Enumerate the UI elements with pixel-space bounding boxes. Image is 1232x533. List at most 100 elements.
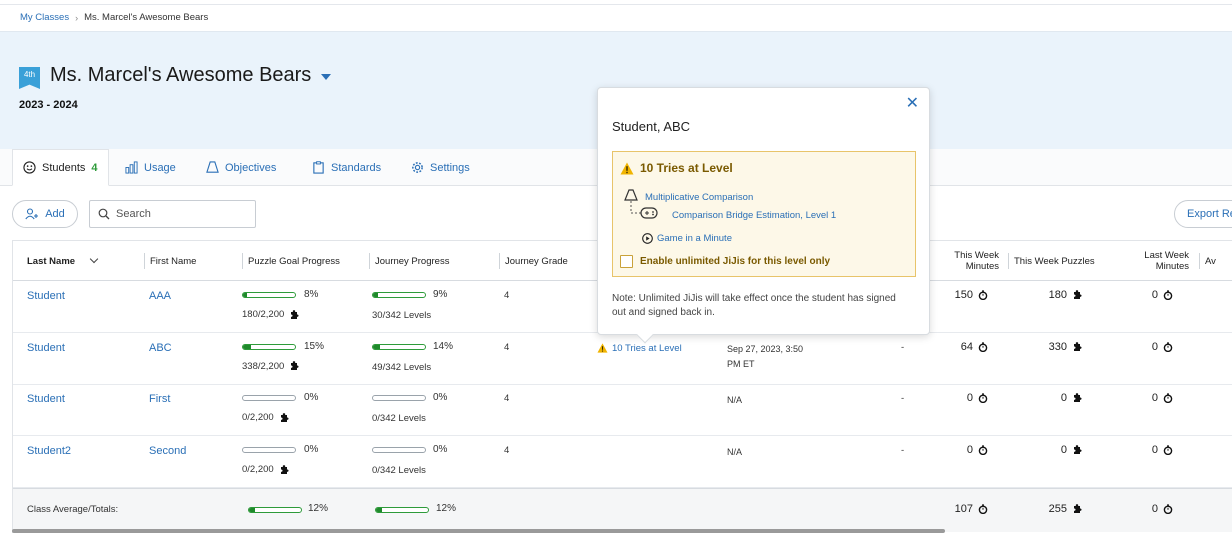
table-row: Student First 0% 0/2,200 0% 0/342 Levels 4 N/A -… [13, 384, 1232, 437]
last-played: N/A [727, 445, 742, 460]
table-row: Student2 Second 0% 0/2,200 0% 0/342 Levels 4 N/… [13, 436, 1232, 489]
col-puzzle-goal[interactable]: Puzzle Goal Progress [242, 241, 340, 281]
puzzle-progress-bar [242, 292, 296, 298]
search-field[interactable] [89, 200, 256, 228]
progress-fill [373, 293, 378, 297]
gear-icon [412, 162, 423, 173]
col-label-line: This Week [954, 250, 999, 261]
week-minutes: 0 [913, 444, 988, 456]
tab-objectives[interactable]: Objectives [206, 149, 276, 186]
export-report-button[interactable]: Export Re [1174, 200, 1232, 228]
add-student-button[interactable]: Add [12, 200, 78, 228]
puzzle-count-value: 0/2,200 [242, 412, 274, 424]
last-played-line: N/A [727, 447, 743, 458]
col-week-minutes[interactable]: This Week Minutes [918, 241, 999, 281]
tries-alert-link[interactable]: 10 Tries at Level [597, 343, 682, 354]
journey-grade: 4 [504, 445, 510, 457]
col-average[interactable]: Av [1199, 241, 1216, 281]
stopwatch-icon [1163, 504, 1173, 514]
puzzle-piece-icon [280, 464, 289, 474]
last-played: Sep 27, 2023, 3:50 PM ET [727, 342, 803, 372]
class-dropdown-icon[interactable] [321, 74, 331, 80]
breadcrumb-current: Ms. Marcel's Awesome Bears [84, 12, 209, 23]
journey-progress-bar [372, 343, 426, 350]
col-first-name[interactable]: First Name [143, 241, 196, 281]
last-name-link[interactable]: Student2 [27, 445, 71, 457]
last-name-link[interactable]: Student [27, 342, 65, 354]
totals-journey-bar [375, 507, 429, 513]
horizontal-scrollbar[interactable] [12, 529, 945, 533]
journey-progress-pct: 14% [433, 340, 454, 352]
week-puzzles: 0 [1003, 444, 1082, 456]
stopwatch-icon [978, 290, 988, 300]
journey-levels: 30/342 Levels [372, 310, 432, 321]
unlimited-jijis-checkbox[interactable] [620, 255, 633, 268]
puzzle-progress-pct: 0% [304, 444, 319, 456]
puzzle-count-value: 338/2,200 [242, 360, 285, 372]
tab-label: Standards [331, 161, 382, 174]
puzzle-progress-pct: 15% [304, 340, 325, 352]
col-label-line: Last Week [1144, 250, 1189, 261]
puzzle-progress-bar [242, 395, 296, 402]
journey-levels: 0/342 Levels [372, 465, 426, 477]
sort-chevron-icon[interactable] [89, 254, 99, 264]
last-week-minutes: 0 [1103, 289, 1173, 301]
student-count-badge: 4 [91, 161, 98, 174]
breadcrumb-my-classes[interactable]: My Classes [20, 12, 69, 23]
tab-students[interactable]: Students 4 [12, 149, 109, 186]
first-name-link[interactable]: First [149, 393, 170, 405]
stopwatch-icon [978, 445, 988, 456]
totals-week-minutes: 107 [913, 503, 988, 515]
stat-value: 180 [1048, 289, 1067, 301]
journey-progress-bar [372, 395, 426, 402]
popover-note: Note: Unlimited JiJis will take effect o… [612, 293, 896, 318]
first-name-link[interactable]: AAA [149, 290, 171, 302]
stat-value: 255 [1048, 503, 1067, 515]
tab-label: Objectives [225, 161, 277, 174]
stopwatch-icon [1163, 290, 1173, 300]
unlimited-jijis-option[interactable]: Enable unlimited JiJis for this level on… [620, 255, 830, 268]
progress-fill [373, 344, 381, 349]
puzzle-piece-icon [1074, 341, 1082, 351]
tab-settings[interactable]: Settings [411, 149, 470, 186]
puzzle-piece-icon [289, 361, 299, 371]
checkbox-label: Enable unlimited JiJis for this level on… [640, 256, 831, 267]
stat-value: 0 [1151, 444, 1158, 457]
game-link[interactable]: Comparison Bridge Estimation, Level 1 [672, 210, 836, 221]
warning-panel: 10 Tries at Level Multiplicative Compari… [612, 151, 916, 277]
week-minutes: 0 [913, 392, 988, 404]
puzzle-piece-icon [1074, 393, 1082, 403]
first-name-link[interactable]: ABC [149, 342, 172, 354]
stat-value: 0 [966, 444, 973, 457]
col-journey-grade[interactable]: Journey Grade [499, 241, 568, 281]
week-puzzles: 180 [1003, 289, 1082, 301]
puzzle-progress-bar [242, 343, 296, 350]
col-last-week-minutes[interactable]: Last Week Minutes [1113, 241, 1189, 281]
puzzle-piece-icon [1074, 445, 1082, 455]
col-label-line: Minutes [1155, 261, 1189, 272]
col-week-puzzles[interactable]: This Week Puzzles [1008, 241, 1095, 281]
tab-usage[interactable]: Usage [125, 149, 176, 186]
col-last-name[interactable]: Last Name [27, 241, 99, 281]
puzzle-piece-icon [1074, 504, 1082, 513]
objective-link[interactable]: Multiplicative Comparison [645, 192, 753, 203]
close-icon[interactable]: ✕ [906, 96, 919, 112]
week-puzzles: 0 [1003, 392, 1082, 404]
stopwatch-icon [1163, 342, 1173, 352]
stat-value: 0 [966, 392, 973, 405]
bar-chart-icon [125, 161, 138, 174]
game-in-a-minute-link[interactable]: Game in a Minute [657, 233, 732, 244]
tab-standards[interactable]: Standards [312, 149, 381, 186]
col-label-line: Minutes [965, 261, 999, 272]
last-name-link[interactable]: Student [27, 290, 65, 302]
last-name-link[interactable]: Student [27, 393, 65, 405]
col-journey-progress[interactable]: Journey Progress [368, 241, 449, 281]
class-totals-row: Class Average/Totals: 12% 12% 107 255 0 [13, 488, 1232, 532]
puzzle-progress-pct: 8% [304, 289, 319, 300]
stat-value: 0 [1151, 392, 1158, 405]
last-week-minutes: 0 [1103, 392, 1173, 404]
last-played-line: N/A [727, 395, 743, 406]
first-name-link[interactable]: Second [149, 445, 186, 457]
search-input[interactable] [116, 208, 246, 220]
column-dash: - [901, 445, 905, 457]
